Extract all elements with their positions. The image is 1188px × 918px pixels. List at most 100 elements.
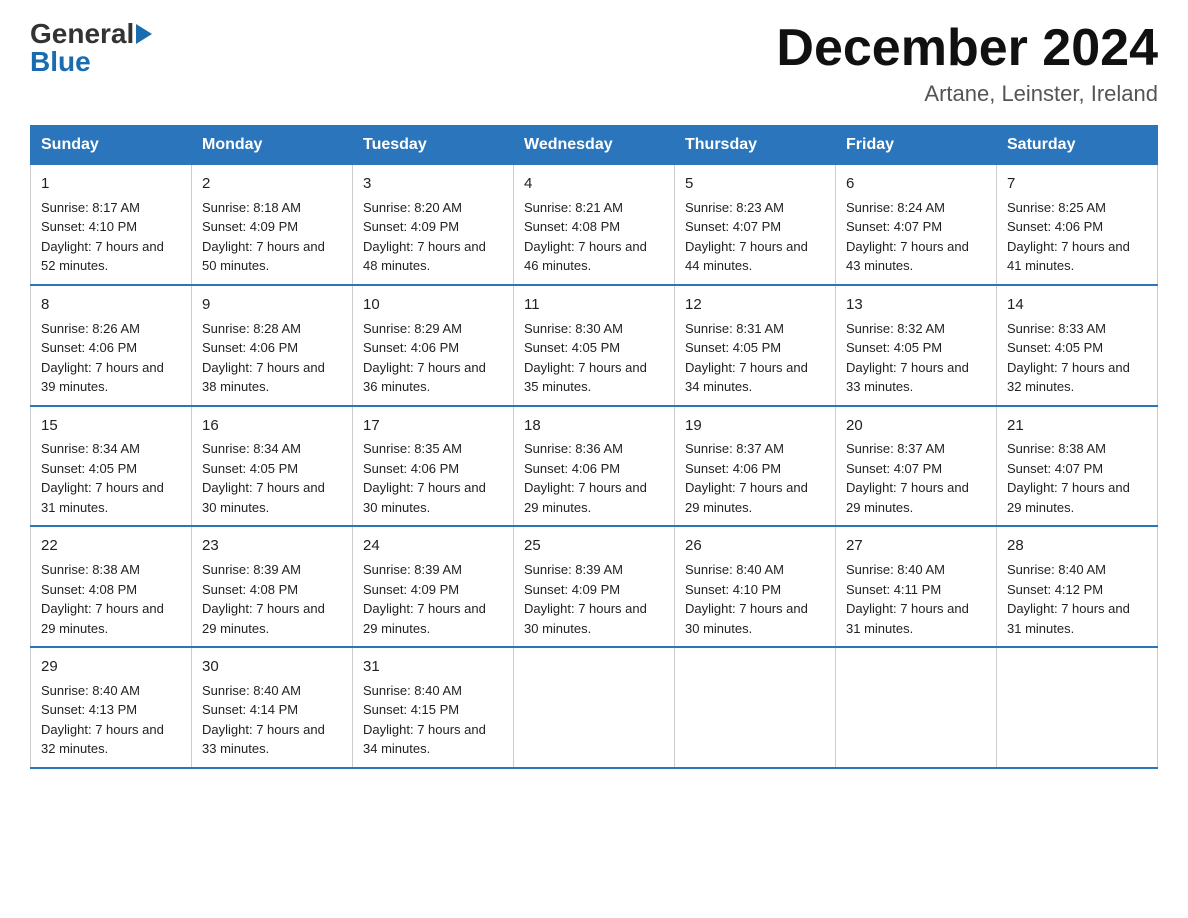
calendar-cell: 29Sunrise: 8:40 AMSunset: 4:13 PMDayligh… (31, 647, 192, 768)
calendar-cell: 18Sunrise: 8:36 AMSunset: 4:06 PMDayligh… (514, 406, 675, 527)
day-number: 28 (1007, 535, 1147, 557)
day-number: 24 (363, 535, 503, 557)
calendar-title: December 2024 (776, 20, 1158, 77)
day-info: Sunrise: 8:25 AMSunset: 4:06 PMDaylight:… (1007, 198, 1147, 276)
day-info: Sunrise: 8:39 AMSunset: 4:09 PMDaylight:… (363, 560, 503, 638)
day-info: Sunrise: 8:30 AMSunset: 4:05 PMDaylight:… (524, 319, 664, 397)
calendar-cell: 30Sunrise: 8:40 AMSunset: 4:14 PMDayligh… (192, 647, 353, 768)
calendar-cell: 14 Sunrise: 8:33 AMSunset: 4:05 PMDayligh… (997, 285, 1158, 406)
day-info: Sunrise: 8:40 AMSunset: 4:10 PMDaylight:… (685, 560, 825, 638)
calendar-cell: 2Sunrise: 8:18 AMSunset: 4:09 PMDaylight… (192, 165, 353, 285)
day-info: Sunrise: 8:39 AMSunset: 4:09 PMDaylight:… (524, 560, 664, 638)
calendar-cell: 10Sunrise: 8:29 AMSunset: 4:06 PMDayligh… (353, 285, 514, 406)
day-info: Sunrise: 8:40 AMSunset: 4:12 PMDaylight:… (1007, 560, 1147, 638)
day-number: 23 (202, 535, 342, 557)
day-info: Sunrise: 8:40 AMSunset: 4:13 PMDaylight:… (41, 681, 181, 759)
calendar-cell: 7 Sunrise: 8:25 AMSunset: 4:06 PMDaylight… (997, 165, 1158, 285)
calendar-cell: 22 Sunrise: 8:38 AMSunset: 4:08 PMDayligh… (31, 526, 192, 647)
day-number: 15 (41, 415, 181, 437)
calendar-cell: 8 Sunrise: 8:26 AMSunset: 4:06 PMDaylight… (31, 285, 192, 406)
day-number: 21 (1007, 415, 1147, 437)
column-header-monday: Monday (192, 126, 353, 165)
calendar-week-row: 15Sunrise: 8:34 AMSunset: 4:05 PMDayligh… (31, 406, 1158, 527)
day-info: Sunrise: 8:28 AMSunset: 4:06 PMDaylight:… (202, 319, 342, 397)
logo-arrow-icon (136, 24, 152, 44)
column-header-sunday: Sunday (31, 126, 192, 165)
column-header-saturday: Saturday (997, 126, 1158, 165)
calendar-cell: 20Sunrise: 8:37 AMSunset: 4:07 PMDayligh… (836, 406, 997, 527)
calendar-location: Artane, Leinster, Ireland (776, 81, 1158, 107)
day-info: Sunrise: 8:34 AMSunset: 4:05 PMDaylight:… (41, 439, 181, 517)
day-number: 2 (202, 173, 342, 195)
calendar-cell: 13 Sunrise: 8:32 AMSunset: 4:05 PMDayligh… (836, 285, 997, 406)
day-number: 11 (524, 294, 664, 316)
day-info: Sunrise: 8:29 AMSunset: 4:06 PMDaylight:… (363, 319, 503, 397)
day-number: 31 (363, 656, 503, 678)
day-info: Sunrise: 8:37 AMSunset: 4:07 PMDaylight:… (846, 439, 986, 517)
calendar-week-row: 22 Sunrise: 8:38 AMSunset: 4:08 PMDayligh… (31, 526, 1158, 647)
day-number: 16 (202, 415, 342, 437)
day-number: 8 (41, 294, 181, 316)
calendar-cell: 23 Sunrise: 8:39 AMSunset: 4:08 PMDayligh… (192, 526, 353, 647)
day-number: 13 (846, 294, 986, 316)
day-number: 9 (202, 294, 342, 316)
day-number: 18 (524, 415, 664, 437)
calendar-week-row: 1 Sunrise: 8:17 AMSunset: 4:10 PMDaylight… (31, 165, 1158, 285)
day-info: Sunrise: 8:24 AMSunset: 4:07 PMDaylight:… (846, 198, 986, 276)
day-info: Sunrise: 8:17 AMSunset: 4:10 PMDaylight:… (41, 198, 181, 276)
day-number: 27 (846, 535, 986, 557)
day-info: Sunrise: 8:33 AMSunset: 4:05 PMDaylight:… (1007, 319, 1147, 397)
logo-general-text: General (30, 20, 134, 48)
calendar-cell (514, 647, 675, 768)
logo: General Blue (30, 20, 152, 76)
day-info: Sunrise: 8:39 AMSunset: 4:08 PMDaylight:… (202, 560, 342, 638)
calendar-week-row: 29Sunrise: 8:40 AMSunset: 4:13 PMDayligh… (31, 647, 1158, 768)
column-header-thursday: Thursday (675, 126, 836, 165)
column-header-tuesday: Tuesday (353, 126, 514, 165)
calendar-week-row: 8 Sunrise: 8:26 AMSunset: 4:06 PMDaylight… (31, 285, 1158, 406)
day-info: Sunrise: 8:20 AMSunset: 4:09 PMDaylight:… (363, 198, 503, 276)
day-number: 30 (202, 656, 342, 678)
calendar-cell: 1 Sunrise: 8:17 AMSunset: 4:10 PMDaylight… (31, 165, 192, 285)
day-info: Sunrise: 8:32 AMSunset: 4:05 PMDaylight:… (846, 319, 986, 397)
day-number: 19 (685, 415, 825, 437)
page-header: General Blue December 2024 Artane, Leins… (30, 20, 1158, 107)
calendar-cell: 21Sunrise: 8:38 AMSunset: 4:07 PMDayligh… (997, 406, 1158, 527)
calendar-cell: 24 Sunrise: 8:39 AMSunset: 4:09 PMDayligh… (353, 526, 514, 647)
day-number: 12 (685, 294, 825, 316)
calendar-cell: 4Sunrise: 8:21 AMSunset: 4:08 PMDaylight… (514, 165, 675, 285)
day-info: Sunrise: 8:35 AMSunset: 4:06 PMDaylight:… (363, 439, 503, 517)
day-number: 1 (41, 173, 181, 195)
day-number: 26 (685, 535, 825, 557)
day-number: 6 (846, 173, 986, 195)
calendar-cell: 3 Sunrise: 8:20 AMSunset: 4:09 PMDaylight… (353, 165, 514, 285)
day-info: Sunrise: 8:38 AMSunset: 4:08 PMDaylight:… (41, 560, 181, 638)
calendar-cell: 11 Sunrise: 8:30 AMSunset: 4:05 PMDayligh… (514, 285, 675, 406)
calendar-cell: 31 Sunrise: 8:40 AMSunset: 4:15 PMDayligh… (353, 647, 514, 768)
title-block: December 2024 Artane, Leinster, Ireland (776, 20, 1158, 107)
calendar-cell: 12 Sunrise: 8:31 AMSunset: 4:05 PMDayligh… (675, 285, 836, 406)
day-number: 5 (685, 173, 825, 195)
day-number: 25 (524, 535, 664, 557)
logo-blue-text: Blue (30, 48, 91, 76)
calendar-header-row: SundayMondayTuesdayWednesdayThursdayFrid… (31, 126, 1158, 165)
day-info: Sunrise: 8:40 AMSunset: 4:15 PMDaylight:… (363, 681, 503, 759)
day-number: 14 (1007, 294, 1147, 316)
calendar-cell: 27Sunrise: 8:40 AMSunset: 4:11 PMDayligh… (836, 526, 997, 647)
calendar-table: SundayMondayTuesdayWednesdayThursdayFrid… (30, 125, 1158, 769)
day-info: Sunrise: 8:31 AMSunset: 4:05 PMDaylight:… (685, 319, 825, 397)
day-info: Sunrise: 8:34 AMSunset: 4:05 PMDaylight:… (202, 439, 342, 517)
day-info: Sunrise: 8:37 AMSunset: 4:06 PMDaylight:… (685, 439, 825, 517)
day-number: 3 (363, 173, 503, 195)
day-number: 22 (41, 535, 181, 557)
calendar-cell: 26 Sunrise: 8:40 AMSunset: 4:10 PMDayligh… (675, 526, 836, 647)
day-number: 7 (1007, 173, 1147, 195)
day-info: Sunrise: 8:38 AMSunset: 4:07 PMDaylight:… (1007, 439, 1147, 517)
calendar-cell: 17Sunrise: 8:35 AMSunset: 4:06 PMDayligh… (353, 406, 514, 527)
calendar-cell: 15Sunrise: 8:34 AMSunset: 4:05 PMDayligh… (31, 406, 192, 527)
day-info: Sunrise: 8:26 AMSunset: 4:06 PMDaylight:… (41, 319, 181, 397)
column-header-wednesday: Wednesday (514, 126, 675, 165)
day-number: 17 (363, 415, 503, 437)
day-number: 20 (846, 415, 986, 437)
day-info: Sunrise: 8:21 AMSunset: 4:08 PMDaylight:… (524, 198, 664, 276)
